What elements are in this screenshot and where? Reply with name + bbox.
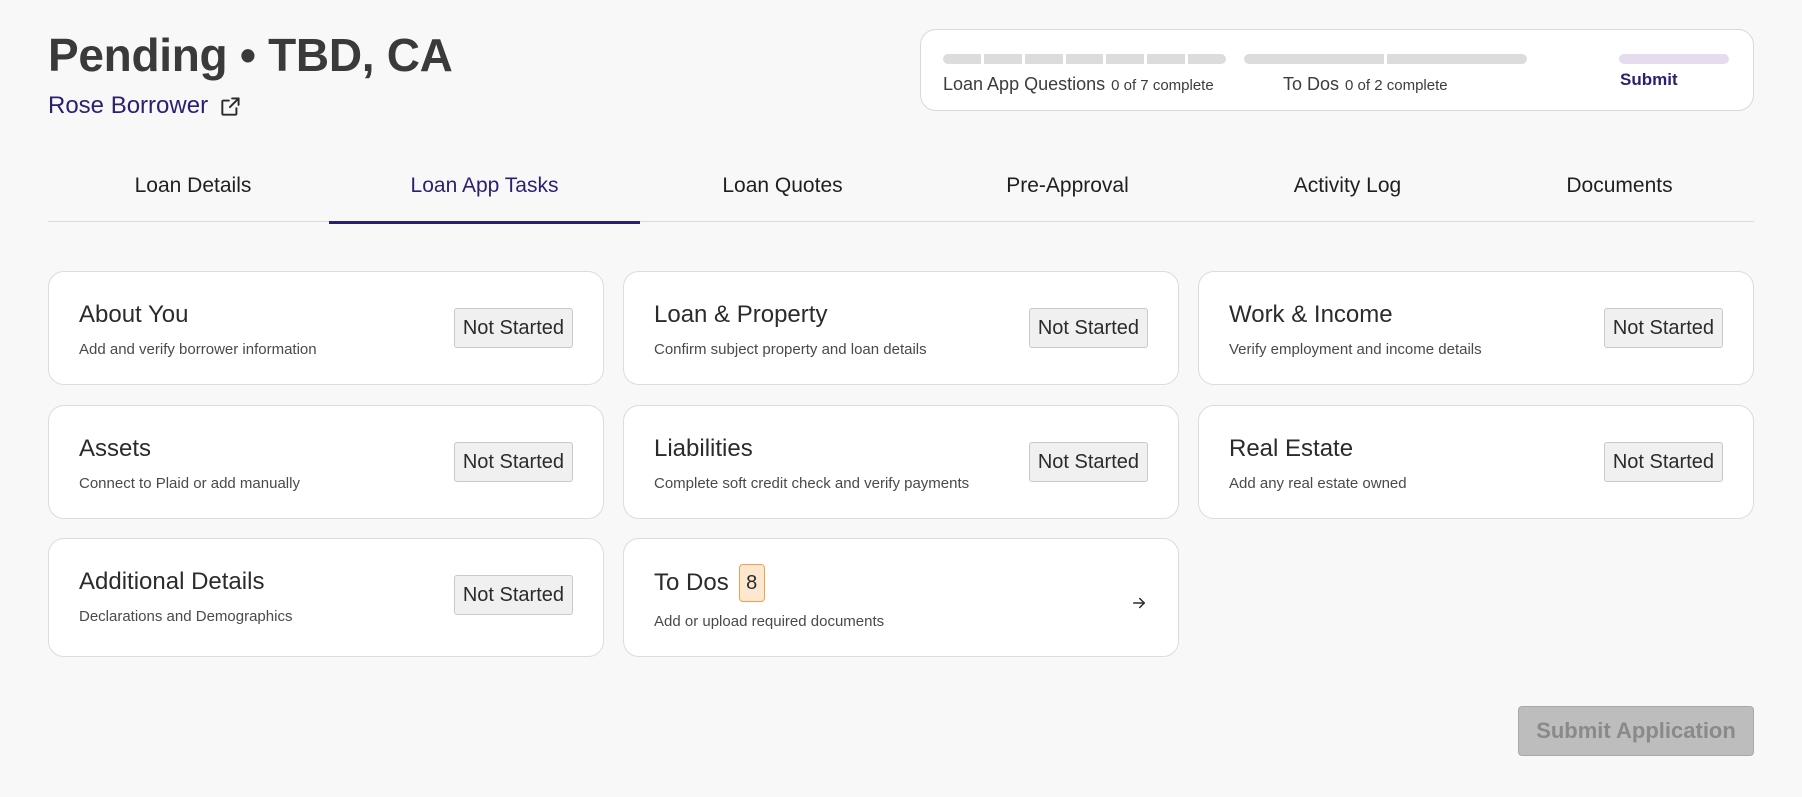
submit-application-button[interactable]: Submit Application: [1518, 706, 1754, 756]
borrower-link[interactable]: Rose Borrower: [48, 92, 244, 120]
task-subtitle: Connect to Plaid or add manually: [79, 475, 300, 492]
task-subtitle: Add any real estate owned: [1229, 475, 1407, 492]
task-title: Loan & Property: [654, 301, 828, 328]
tab-bar: Loan Details Loan App Tasks Loan Quotes …: [48, 150, 1754, 224]
task-card-work-income[interactable]: Work & Income Verify employment and inco…: [1198, 271, 1754, 385]
loan-app-progress-name: Loan App Questions: [943, 74, 1106, 94]
task-card-real-estate[interactable]: Real Estate Add any real estate owned No…: [1198, 405, 1754, 519]
loan-app-page: Pending • TBD, CA Rose Borrower Loan App…: [0, 0, 1802, 797]
page-title: Pending • TBD, CA: [48, 29, 453, 81]
status-badge: Not Started: [453, 308, 573, 348]
tab-activity-log[interactable]: Activity Log: [1210, 150, 1485, 222]
task-subtitle: Confirm subject property and loan detail…: [654, 341, 927, 358]
task-card-about-you[interactable]: About You Add and verify borrower inform…: [48, 271, 604, 385]
external-share-icon: [221, 97, 240, 116]
task-card-assets[interactable]: Assets Connect to Plaid or add manually …: [48, 405, 604, 519]
todos-count-badge: 8: [738, 564, 765, 602]
task-subtitle: Declarations and Demographics: [79, 608, 293, 625]
task-subtitle: Add or upload required documents: [654, 613, 885, 630]
task-title: About You: [79, 301, 189, 328]
status-badge: Not Started: [453, 442, 573, 482]
tab-documents[interactable]: Documents: [1485, 150, 1754, 222]
loan-app-progress-count: 0 of 7 complete: [1111, 77, 1214, 94]
tab-loan-details[interactable]: Loan Details: [48, 150, 338, 222]
todos-progress-bar: [1244, 54, 1527, 64]
progress-segment: [943, 54, 981, 64]
tab-loan-quotes[interactable]: Loan Quotes: [640, 150, 925, 222]
submit-progress-bar: [1619, 54, 1729, 64]
submit-step-link[interactable]: Submit: [1620, 70, 1678, 90]
status-badge: Not Started: [1028, 442, 1148, 482]
task-title: Additional Details: [79, 568, 265, 595]
loan-app-progress-bar: [943, 54, 1226, 64]
progress-segment: [1147, 54, 1186, 64]
status-badge: Not Started: [1028, 308, 1148, 348]
todos-progress-label: To Dos 0 of 2 complete: [1283, 74, 1448, 95]
status-badge: Not Started: [1603, 442, 1723, 482]
tab-loan-app-tasks[interactable]: Loan App Tasks: [329, 150, 640, 224]
progress-segment: [1024, 54, 1063, 64]
tab-pre-approval[interactable]: Pre-Approval: [925, 150, 1210, 222]
task-subtitle: Complete soft credit check and verify pa…: [654, 475, 970, 492]
todos-progress-name: To Dos: [1283, 74, 1340, 94]
task-subtitle: Verify employment and income details: [1229, 341, 1482, 358]
progress-segment: [1244, 54, 1384, 64]
task-card-liabilities[interactable]: Liabilities Complete soft credit check a…: [623, 405, 1179, 519]
task-card-loan-property[interactable]: Loan & Property Confirm subject property…: [623, 271, 1179, 385]
task-card-additional-details[interactable]: Additional Details Declarations and Demo…: [48, 538, 604, 657]
task-title: Real Estate: [1229, 435, 1354, 462]
arrow-right-icon: [1133, 597, 1145, 609]
progress-segment: [1106, 54, 1145, 64]
task-card-todos[interactable]: To Dos 8 Add or upload required document…: [623, 538, 1179, 657]
status-badge: Not Started: [1603, 308, 1723, 348]
task-title: Work & Income: [1229, 301, 1393, 328]
todos-title-row: To Dos 8: [654, 564, 765, 602]
progress-segment: [983, 54, 1022, 64]
task-title: To Dos: [654, 569, 729, 596]
progress-tracker: Loan App Questions 0 of 7 complete To Do…: [920, 29, 1754, 111]
task-title: Liabilities: [654, 435, 753, 462]
progress-segment: [1188, 54, 1226, 64]
todos-progress-count: 0 of 2 complete: [1345, 77, 1448, 94]
borrower-name: Rose Borrower: [48, 92, 209, 119]
loan-app-progress-label: Loan App Questions 0 of 7 complete: [943, 74, 1214, 95]
task-subtitle: Add and verify borrower information: [79, 341, 317, 358]
task-title: Assets: [79, 435, 152, 462]
progress-segment: [1387, 54, 1527, 64]
progress-segment: [1065, 54, 1104, 64]
status-badge: Not Started: [453, 575, 573, 615]
